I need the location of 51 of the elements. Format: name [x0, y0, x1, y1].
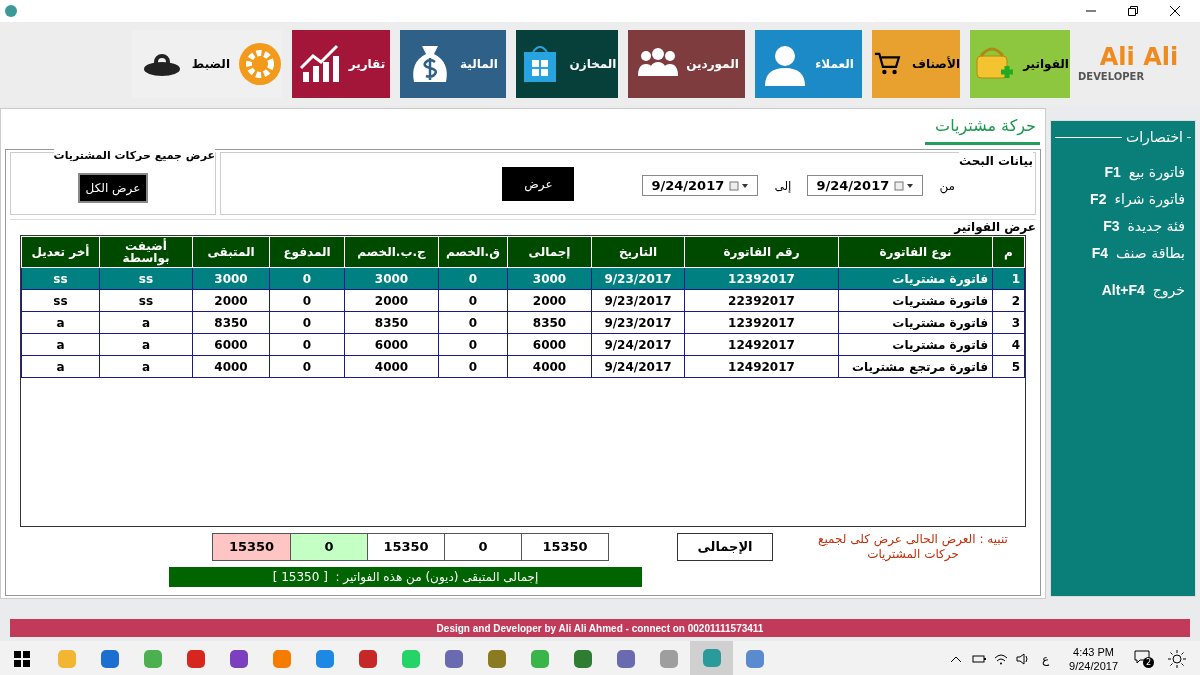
shortcut-key: F3	[1103, 216, 1120, 237]
column-header[interactable]: ج.ب.الخصم	[344, 236, 439, 268]
column-header[interactable]: إجمالى	[507, 236, 592, 268]
column-header[interactable]: المدفوع	[269, 236, 345, 268]
column-header[interactable]: نوع الفاتورة	[838, 236, 993, 268]
total-value: 15350	[367, 533, 445, 561]
toolbar-tile[interactable]: المخازن	[516, 30, 618, 98]
page-title: حركة مشتريات	[935, 116, 1036, 135]
shortcut-key: F2	[1090, 189, 1107, 210]
language-indicator[interactable]: ع	[1041, 650, 1050, 668]
shortcut-label[interactable]: فاتورة شراء	[1114, 189, 1185, 210]
toolbar-tile[interactable]: الفواتير	[970, 30, 1070, 98]
toolbar-tile[interactable]: الموردين	[628, 30, 745, 98]
total-value: 15350	[212, 533, 291, 561]
shortcut-key: F4	[1091, 243, 1109, 264]
column-header[interactable]: ق.الخصم	[438, 236, 508, 268]
shortcut-label[interactable]: بطاقة صنف	[1116, 243, 1185, 264]
remaining-summary: إجمالى المتبقى (ديون) من هذه الفواتير : [ 15350 ]	[169, 567, 642, 587]
clock[interactable]: 4:43 PM 9/24/2017	[1069, 645, 1118, 673]
shortcut-label[interactable]: خروج	[1152, 280, 1185, 301]
show-all-button[interactable]: عرض الكل	[78, 172, 148, 203]
total-value: 0	[444, 533, 522, 561]
date-picker[interactable]: 9/24/2017	[642, 175, 759, 196]
logo: Ali Ali DEVELOPER	[1078, 41, 1180, 84]
toolbar-tile[interactable]: تقارير	[292, 30, 390, 98]
total-button[interactable]: الإجمالى	[677, 533, 773, 561]
from-label: من	[939, 177, 955, 195]
warning-note: تنبيه : العرض الحالى عرض كلى لجميع حركات المشتريات	[818, 532, 1008, 562]
total-value: 15350	[521, 533, 609, 561]
group-label: عرض جميع حركات المشتريات	[53, 148, 215, 165]
column-header[interactable]: م	[992, 236, 1025, 268]
total-value: 0	[290, 533, 368, 561]
toolbar-tile[interactable]: العملاء	[755, 30, 862, 98]
to-label: إلى	[774, 177, 792, 195]
toolbar-tile[interactable]: الأصناف	[872, 30, 960, 98]
show-button[interactable]: عرض	[502, 166, 575, 201]
shortcut-key: Alt+F4	[1101, 280, 1145, 301]
group-label: بيانات البحث	[958, 152, 1033, 170]
shortcut-label[interactable]: فاتورة بيع	[1128, 162, 1185, 183]
date-picker[interactable]: 9/24/2017	[807, 175, 924, 196]
toolbar-tile[interactable]: المالية	[400, 30, 506, 98]
shortcut-label[interactable]: فئة جديدة	[1127, 216, 1185, 237]
group-label: اختصارات	[1125, 128, 1184, 147]
column-header[interactable]: رقم الفاتورة	[684, 236, 839, 268]
column-header[interactable]: المتبقى	[192, 236, 270, 268]
column-header[interactable]: أخر تعديل	[21, 236, 100, 268]
shortcut-key: F1	[1104, 162, 1121, 183]
column-header[interactable]: التاريخ	[591, 236, 685, 268]
section-label: عرض الفواتير	[952, 220, 1036, 234]
column-header[interactable]: أضيفت بواسطة	[99, 236, 193, 268]
credits-text: Design and Developer by Ali Ali Ahmed - connect on 00201111573411	[436, 621, 764, 636]
